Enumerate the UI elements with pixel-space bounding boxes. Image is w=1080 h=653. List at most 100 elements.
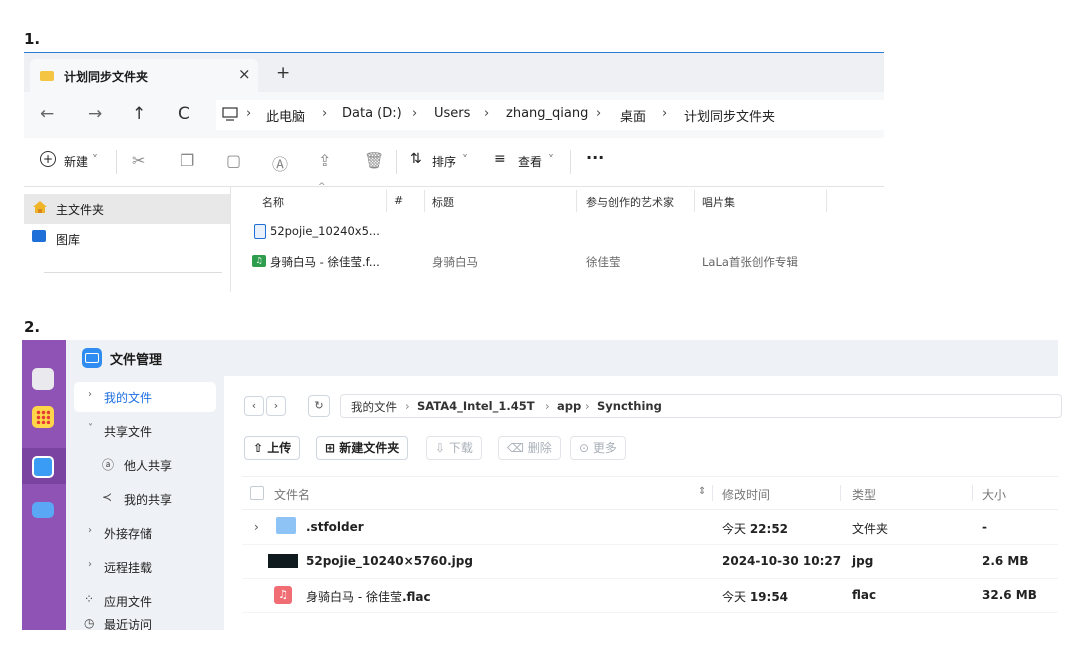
app-center-icon[interactable] bbox=[32, 406, 54, 428]
back-arrow-icon[interactable]: ← bbox=[40, 104, 54, 124]
toolbar-divider bbox=[570, 150, 571, 174]
file-row[interactable]: 52pojie_10240x5... bbox=[230, 220, 830, 244]
file-modified-time: 22:52 bbox=[749, 522, 789, 536]
audio-file-icon: ♫ bbox=[252, 255, 266, 267]
up-arrow-icon[interactable]: ↑ bbox=[132, 104, 146, 124]
sidebar-item-label: 我的文件 bbox=[104, 391, 153, 405]
nav-item-home[interactable]: 主文件夹 bbox=[24, 194, 230, 224]
file-name: .stfolder bbox=[306, 520, 364, 534]
sidebar-item-recent[interactable]: ◷ 最近访问 bbox=[74, 614, 216, 630]
breadcrumb-current-folder[interactable]: 计划同步文件夹 bbox=[684, 106, 775, 125]
address-bar[interactable]: › 此电脑 › Data (D:) › Users › zhang_qiang … bbox=[216, 100, 884, 130]
nav-item-label: 主文件夹 bbox=[56, 203, 105, 217]
sidebar: › 我的文件 ˅ 共享文件 ⓐ 他人共享 ≺ 我的共享 › 外接存储 › 远程挂… bbox=[66, 376, 224, 630]
column-divider bbox=[826, 190, 827, 212]
app-dock bbox=[22, 340, 66, 630]
sidebar-item-remote-mount[interactable]: › 远程挂载 bbox=[74, 552, 216, 582]
table-row[interactable]: 52pojie_10240×5760.jpg 2024-10-30 10:27 … bbox=[242, 544, 1058, 579]
upload-button[interactable]: ⇧ 上传 bbox=[244, 436, 301, 460]
paste-icon[interactable]: ▢ bbox=[226, 151, 241, 170]
app-title: 文件管理 bbox=[110, 353, 163, 368]
folder-icon[interactable] bbox=[32, 502, 54, 518]
forward-button[interactable]: › bbox=[266, 396, 286, 416]
sidebar-item-app-files[interactable]: ⁘ 应用文件 bbox=[74, 586, 216, 616]
delete-icon[interactable]: 🗑 bbox=[364, 151, 384, 170]
column-name[interactable]: 名称 bbox=[262, 194, 284, 210]
file-modified: 2024-10-30 10:27 bbox=[722, 554, 842, 568]
download-button[interactable]: ⇩ 下载 bbox=[426, 436, 482, 460]
forward-arrow-icon[interactable]: → bbox=[88, 104, 102, 124]
column-number[interactable]: # bbox=[394, 194, 403, 207]
view-button[interactable]: 查看 bbox=[518, 153, 542, 170]
plus-circle-icon[interactable]: + bbox=[40, 151, 56, 167]
trash-icon: ⌫ bbox=[507, 441, 524, 455]
delete-button[interactable]: ⌫ 删除 bbox=[498, 436, 561, 460]
more-options-icon[interactable]: ··· bbox=[586, 148, 604, 167]
breadcrumb-volume[interactable]: SATA4_Intel_1.45T bbox=[417, 399, 535, 413]
table-row[interactable]: › .stfolder 今天 22:52 文件夹 - bbox=[242, 510, 1058, 545]
desktop-icon[interactable] bbox=[32, 368, 54, 390]
breadcrumb-separator: › bbox=[545, 399, 550, 413]
column-size[interactable]: 大小 bbox=[982, 486, 1006, 503]
breadcrumb-user[interactable]: zhang_qiang bbox=[506, 106, 588, 121]
breadcrumb-separator: › bbox=[662, 106, 668, 121]
column-header: ^ 名称 # 标题 参与创作的艺术家 唱片集 bbox=[230, 182, 830, 212]
cut-icon[interactable]: ✂ bbox=[132, 151, 145, 170]
breadcrumb-my-files[interactable]: 我的文件 bbox=[351, 399, 397, 415]
expand-chevron-icon[interactable]: › bbox=[254, 520, 259, 534]
select-all-checkbox[interactable] bbox=[250, 486, 264, 500]
file-modified-day: 今天 bbox=[722, 522, 750, 536]
table-row[interactable]: ♫ 身骑白马 - 徐佳莹.flac 今天 19:54 flac 32.6 MB bbox=[242, 578, 1058, 613]
sidebar-item-shared-files[interactable]: ˅ 共享文件 bbox=[74, 416, 216, 446]
upload-label: 上传 bbox=[267, 441, 292, 455]
path-bar[interactable]: 我的文件 › SATA4_Intel_1.45T › app › Syncthi… bbox=[340, 394, 1062, 418]
section-label-2: 2. bbox=[24, 318, 41, 336]
sidebar-item-label: 远程挂载 bbox=[104, 561, 153, 575]
sort-icon[interactable]: ⇕ bbox=[698, 486, 706, 497]
breadcrumb-data-drive[interactable]: Data (D:) bbox=[342, 106, 402, 121]
sidebar-item-label: 他人共享 bbox=[124, 459, 173, 473]
new-button[interactable]: 新建 bbox=[64, 153, 88, 170]
sidebar-item-my-shares[interactable]: ≺ 我的共享 bbox=[88, 484, 230, 514]
app-header: 文件管理 bbox=[66, 340, 1058, 376]
breadcrumb-syncthing[interactable]: Syncthing bbox=[597, 399, 662, 413]
column-modified[interactable]: 修改时间 bbox=[722, 486, 770, 503]
file-artist: 徐佳莹 bbox=[586, 255, 621, 269]
tab-title: 计划同步文件夹 bbox=[64, 70, 149, 84]
sidebar-item-external-storage[interactable]: › 外接存储 bbox=[74, 518, 216, 548]
breadcrumb-desktop[interactable]: 桌面 bbox=[620, 106, 646, 125]
sidebar-item-my-files[interactable]: › 我的文件 bbox=[74, 382, 216, 412]
column-divider bbox=[386, 190, 387, 212]
sort-button[interactable]: 排序 bbox=[432, 153, 456, 170]
column-artist[interactable]: 参与创作的艺术家 bbox=[586, 194, 674, 210]
column-file-name[interactable]: 文件名 bbox=[274, 486, 310, 503]
column-title[interactable]: 标题 bbox=[432, 194, 454, 210]
view-icon: ≡ bbox=[494, 151, 506, 167]
more-button[interactable]: ⊙ 更多 bbox=[570, 436, 626, 460]
rename-icon[interactable]: Ⓐ bbox=[272, 151, 288, 175]
new-folder-icon: ⊞ bbox=[325, 441, 336, 455]
copy-icon[interactable]: ❐ bbox=[180, 151, 194, 170]
new-tab-button[interactable]: + bbox=[276, 63, 290, 83]
share-icon[interactable]: ⇪ bbox=[318, 151, 331, 170]
refresh-button[interactable]: ↻ bbox=[308, 395, 330, 417]
column-type[interactable]: 类型 bbox=[852, 486, 876, 503]
new-folder-button[interactable]: ⊞ 新建文件夹 bbox=[316, 436, 409, 460]
column-album[interactable]: 唱片集 bbox=[702, 194, 735, 210]
toolbar-divider bbox=[396, 150, 397, 174]
sidebar-item-others-shared[interactable]: ⓐ 他人共享 bbox=[88, 450, 230, 480]
file-type: 文件夹 bbox=[852, 522, 889, 536]
back-button[interactable]: ‹ bbox=[244, 396, 264, 416]
close-icon[interactable]: × bbox=[238, 65, 251, 83]
refresh-icon[interactable]: C bbox=[178, 104, 190, 124]
file-row[interactable]: ♫ 身骑白马 - 徐佳莹.f... 身骑白马 徐佳莹 LaLa首张创作专辑 bbox=[230, 250, 830, 274]
nav-item-gallery[interactable]: 图库 bbox=[24, 224, 230, 254]
breadcrumb-this-pc[interactable]: 此电脑 bbox=[266, 106, 305, 125]
tab-active[interactable]: 计划同步文件夹 × bbox=[30, 59, 258, 93]
image-thumb-icon bbox=[268, 554, 298, 568]
file-manager-icon[interactable] bbox=[32, 456, 54, 478]
share-icon: ≺ bbox=[102, 490, 113, 504]
sort-icon: ⇅ bbox=[410, 151, 422, 167]
breadcrumb-app[interactable]: app bbox=[557, 399, 581, 413]
breadcrumb-users[interactable]: Users bbox=[434, 106, 470, 121]
